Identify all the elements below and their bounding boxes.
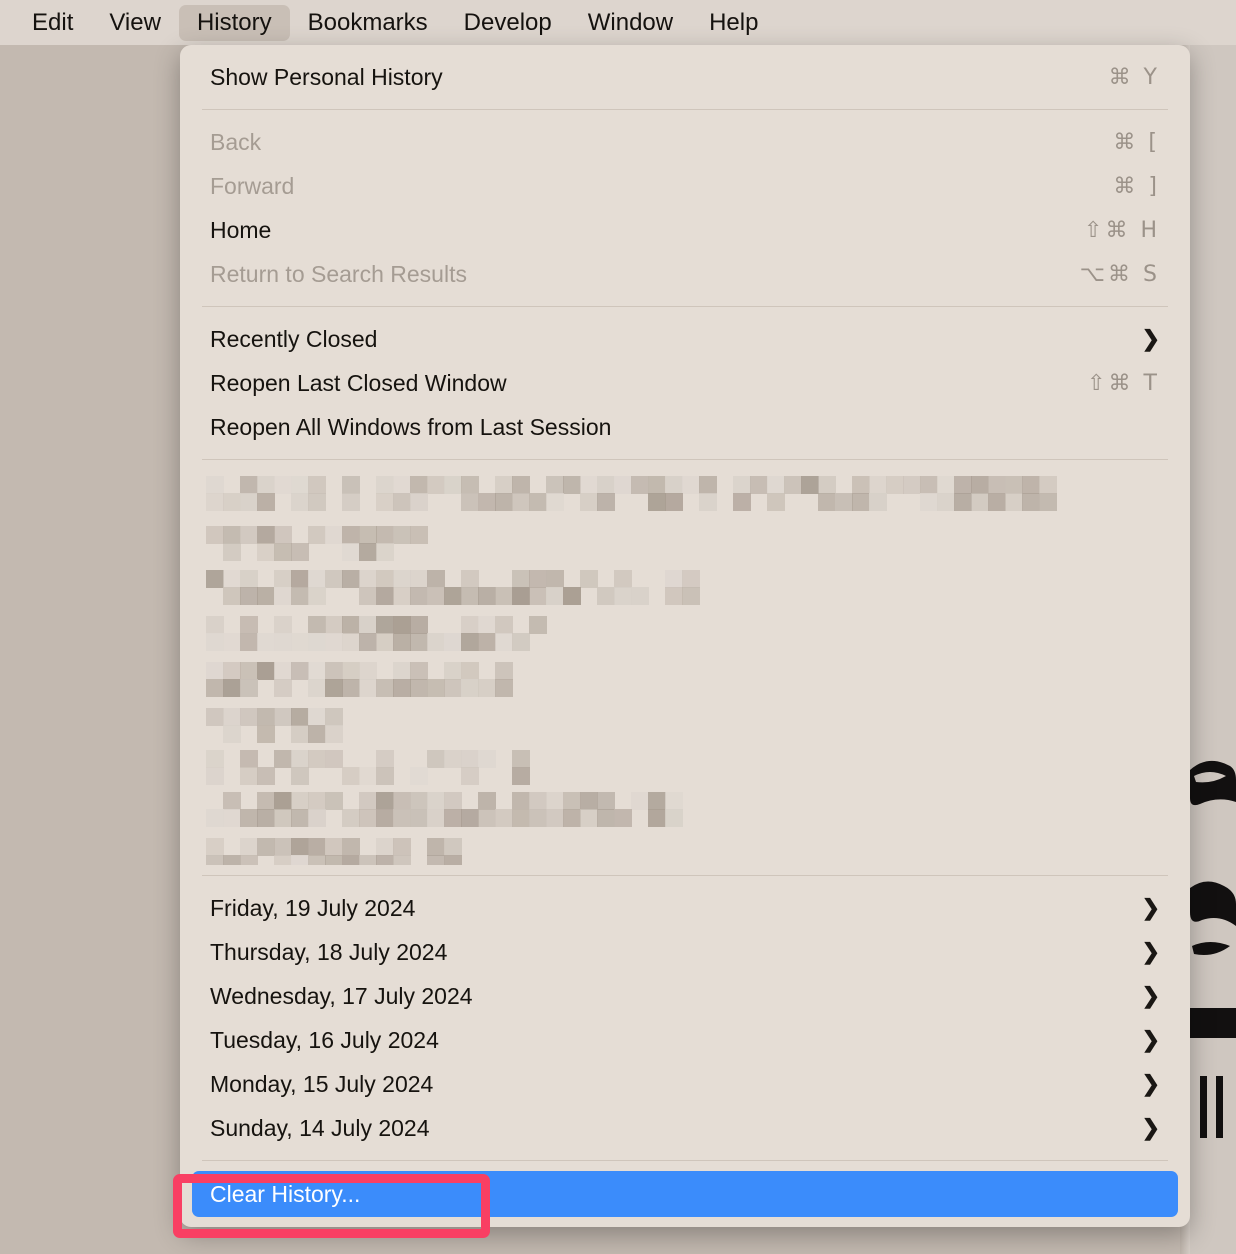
menu-item-label: Friday, 19 July 2024	[210, 894, 416, 921]
menu-item-date-sunday[interactable]: Sunday, 14 July 2024 ❯	[180, 1106, 1190, 1150]
chevron-right-icon: ❯	[1141, 983, 1160, 1008]
menu-item-shortcut: ⌘ ]	[1113, 173, 1160, 199]
menu-item-forward[interactable]: Forward ⌘ ]	[180, 164, 1190, 208]
chevron-right-icon: ❯	[1141, 895, 1160, 920]
menu-separator-4	[202, 875, 1168, 876]
menu-item-reopen-all-windows-from-last-session[interactable]: Reopen All Windows from Last Session	[180, 405, 1190, 449]
menu-item-label: Tuesday, 16 July 2024	[210, 1026, 439, 1053]
menu-item-label: Sunday, 14 July 2024	[210, 1114, 430, 1141]
chevron-right-icon: ❯	[1141, 1071, 1160, 1096]
menu-item-back[interactable]: Back ⌘ [	[180, 120, 1190, 164]
menubar-item-develop[interactable]: Develop	[446, 5, 570, 41]
menubar-item-history[interactable]: History	[178, 4, 290, 41]
menu-item-label: Monday, 15 July 2024	[210, 1070, 434, 1097]
menu-item-date-tuesday[interactable]: Tuesday, 16 July 2024 ❯	[180, 1018, 1190, 1062]
menubar-item-help[interactable]: Help	[691, 5, 776, 41]
chevron-right-icon: ❯	[1141, 939, 1160, 964]
history-dropdown-menu: Show Personal History ⌘ Y Back ⌘ [ Forwa…	[180, 45, 1190, 1227]
menu-item-date-thursday[interactable]: Thursday, 18 July 2024 ❯	[180, 930, 1190, 974]
menu-item-reopen-last-closed-window[interactable]: Reopen Last Closed Window ⇧⌘ T	[180, 361, 1190, 405]
menu-item-label: Clear History...	[210, 1180, 361, 1207]
menu-item-shortcut: ⌘ Y	[1108, 64, 1160, 90]
menu-item-shortcut: ⌘ [	[1113, 129, 1160, 155]
menubar-item-window[interactable]: Window	[570, 5, 691, 41]
menu-item-label: Reopen All Windows from Last Session	[210, 413, 612, 440]
menu-item-label: Forward	[210, 172, 295, 199]
menu-separator-2	[202, 306, 1168, 307]
menu-item-label: Back	[210, 128, 262, 155]
menu-item-label: Reopen Last Closed Window	[210, 369, 507, 396]
menu-item-clear-history[interactable]: Clear History...	[192, 1171, 1178, 1217]
menu-item-return-to-search-results[interactable]: Return to Search Results ⌥⌘ S	[180, 252, 1190, 296]
menu-item-label: Show Personal History	[210, 63, 443, 90]
menu-item-date-wednesday[interactable]: Wednesday, 17 July 2024 ❯	[180, 974, 1190, 1018]
menu-item-home[interactable]: Home ⇧⌘ H	[180, 208, 1190, 252]
redacted-history-entries[interactable]	[180, 470, 1190, 865]
chevron-right-icon: ❯	[1141, 1115, 1160, 1140]
menu-item-label: Home	[210, 216, 272, 243]
menu-item-shortcut: ⇧⌘ T	[1087, 370, 1160, 396]
menu-item-label: Return to Search Results	[210, 260, 467, 287]
chevron-right-icon: ❯	[1141, 326, 1160, 351]
menu-item-label: Wednesday, 17 July 2024	[210, 982, 473, 1009]
menu-item-recently-closed[interactable]: Recently Closed ❯	[180, 317, 1190, 361]
chevron-right-icon: ❯	[1141, 1027, 1160, 1052]
menubar-item-bookmarks[interactable]: Bookmarks	[290, 5, 446, 41]
menu-item-shortcut: ⇧⌘ H	[1084, 217, 1160, 243]
menu-separator-1	[202, 109, 1168, 110]
menu-item-date-monday[interactable]: Monday, 15 July 2024 ❯	[180, 1062, 1190, 1106]
menu-item-date-friday[interactable]: Friday, 19 July 2024 ❯	[180, 886, 1190, 930]
menu-bar: Edit View History Bookmarks Develop Wind…	[0, 0, 1236, 45]
menu-item-label: Recently Closed	[210, 325, 378, 352]
menu-separator-5	[202, 1160, 1168, 1161]
menubar-item-edit[interactable]: Edit	[14, 5, 91, 41]
menu-separator-3	[202, 459, 1168, 460]
menu-item-shortcut: ⌥⌘ S	[1079, 261, 1160, 287]
menu-item-show-personal-history[interactable]: Show Personal History ⌘ Y	[180, 55, 1190, 99]
background-artwork	[1190, 740, 1236, 1160]
menubar-item-view[interactable]: View	[91, 5, 179, 41]
menu-item-label: Thursday, 18 July 2024	[210, 938, 448, 965]
